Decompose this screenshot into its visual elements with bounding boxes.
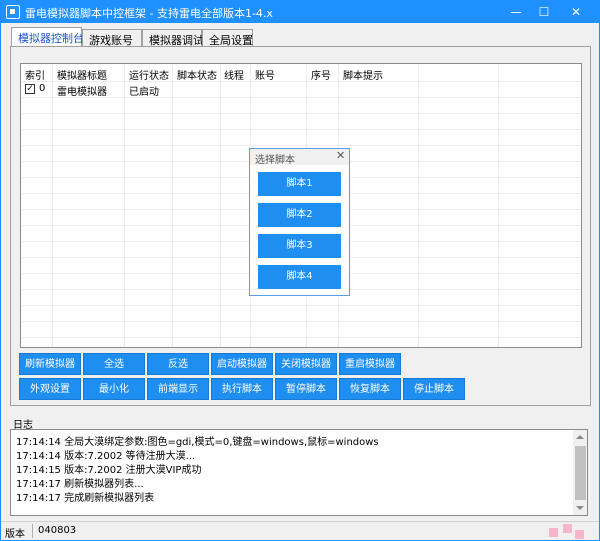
column-header[interactable]: 脚本提示	[343, 67, 383, 82]
cell-index: 0	[39, 83, 46, 94]
log-line: 17:14:17 刷新模拟器列表...	[16, 479, 144, 490]
log-line: 17:14:17 完成刷新模拟器列表	[16, 493, 155, 504]
column-header[interactable]: 线程	[224, 67, 244, 82]
status-separator	[32, 524, 33, 538]
column-header[interactable]: 模拟器标题	[57, 67, 107, 82]
tab-game-accounts[interactable]: 游戏账号	[82, 29, 142, 47]
select-all-button[interactable]: 全选	[83, 353, 145, 375]
app-icon	[6, 5, 20, 19]
status-bar: 版本 040803	[1, 521, 599, 540]
close-emulator-button[interactable]: 关闭模拟器	[275, 353, 337, 375]
column-header[interactable]: 账号	[255, 67, 275, 82]
scroll-down-icon[interactable]	[576, 506, 584, 510]
resume-script-button[interactable]: 恢复脚本	[339, 378, 401, 400]
start-emulator-button[interactable]: 启动模拟器	[211, 353, 273, 375]
stop-script-button[interactable]: 停止脚本	[403, 378, 465, 400]
restart-emulator-button[interactable]: 重启模拟器	[339, 353, 401, 375]
tab-emulator-console[interactable]: 模拟器控制台	[11, 27, 84, 47]
select-script-dialog: 选择脚本 ✕ 脚本1 脚本2 脚本3 脚本4	[249, 148, 350, 296]
tab-global-settings[interactable]: 全局设置	[202, 29, 253, 47]
script-2-button[interactable]: 脚本2	[258, 203, 341, 227]
minimize-button[interactable]: 最小化	[83, 378, 145, 400]
appearance-settings-button[interactable]: 外观设置	[19, 378, 81, 400]
title-bar[interactable]: 雷电模拟器脚本中控框架 - 支持雷电全部版本1-4.x — ☐ ✕	[1, 1, 599, 23]
log-line: 17:14:14 全局大漠绑定参数:图色=gdi,模式=0,键盘=windows…	[16, 437, 379, 448]
invert-selection-button[interactable]: 反选	[147, 353, 209, 375]
bring-to-front-button[interactable]: 前端显示	[147, 378, 209, 400]
version-value: 040803	[38, 525, 77, 536]
dialog-header: 选择脚本 ✕	[250, 149, 349, 166]
dialog-title: 选择脚本	[255, 155, 295, 166]
log-scrollbar[interactable]	[573, 430, 587, 515]
scroll-up-icon[interactable]	[576, 435, 584, 439]
scroll-thumb[interactable]	[575, 446, 586, 500]
pause-script-button[interactable]: 暂停脚本	[275, 378, 337, 400]
window-title: 雷电模拟器脚本中控框架 - 支持雷电全部版本1-4.x	[25, 7, 273, 20]
column-header[interactable]: 索引	[25, 67, 45, 82]
script-4-button[interactable]: 脚本4	[258, 265, 341, 289]
maximize-icon[interactable]: ☐	[529, 1, 559, 23]
tab-emulator-debug[interactable]: 模拟器调试	[142, 29, 204, 47]
run-script-button[interactable]: 执行脚本	[211, 378, 273, 400]
log-panel[interactable]: 17:14:14 全局大漠绑定参数:图色=gdi,模式=0,键盘=windows…	[10, 429, 588, 516]
column-header[interactable]: 脚本状态	[177, 67, 217, 82]
script-3-button[interactable]: 脚本3	[258, 234, 341, 258]
version-label: 版本	[5, 529, 25, 540]
cell-emulator-title: 雷电模拟器	[57, 87, 107, 98]
row-checkbox[interactable]: ✓	[25, 84, 35, 94]
main-window: 雷电模拟器脚本中控框架 - 支持雷电全部版本1-4.x — ☐ ✕ 模拟器控制台…	[0, 0, 600, 541]
watermark-logo	[541, 522, 591, 541]
script-1-button[interactable]: 脚本1	[258, 172, 341, 196]
close-icon[interactable]: ✕	[336, 149, 345, 162]
column-header[interactable]: 运行状态	[129, 67, 169, 82]
minimize-icon[interactable]: —	[501, 1, 531, 23]
cell-run-status: 已启动	[129, 87, 159, 98]
log-line: 17:14:15 版本:7.2002 注册大漠VIP成功	[16, 465, 202, 476]
close-icon[interactable]: ✕	[561, 1, 591, 23]
log-line: 17:14:14 版本:7.2002 等待注册大漠...	[16, 451, 196, 462]
refresh-emulators-button[interactable]: 刷新模拟器	[19, 353, 81, 375]
column-header[interactable]: 序号	[311, 67, 331, 82]
